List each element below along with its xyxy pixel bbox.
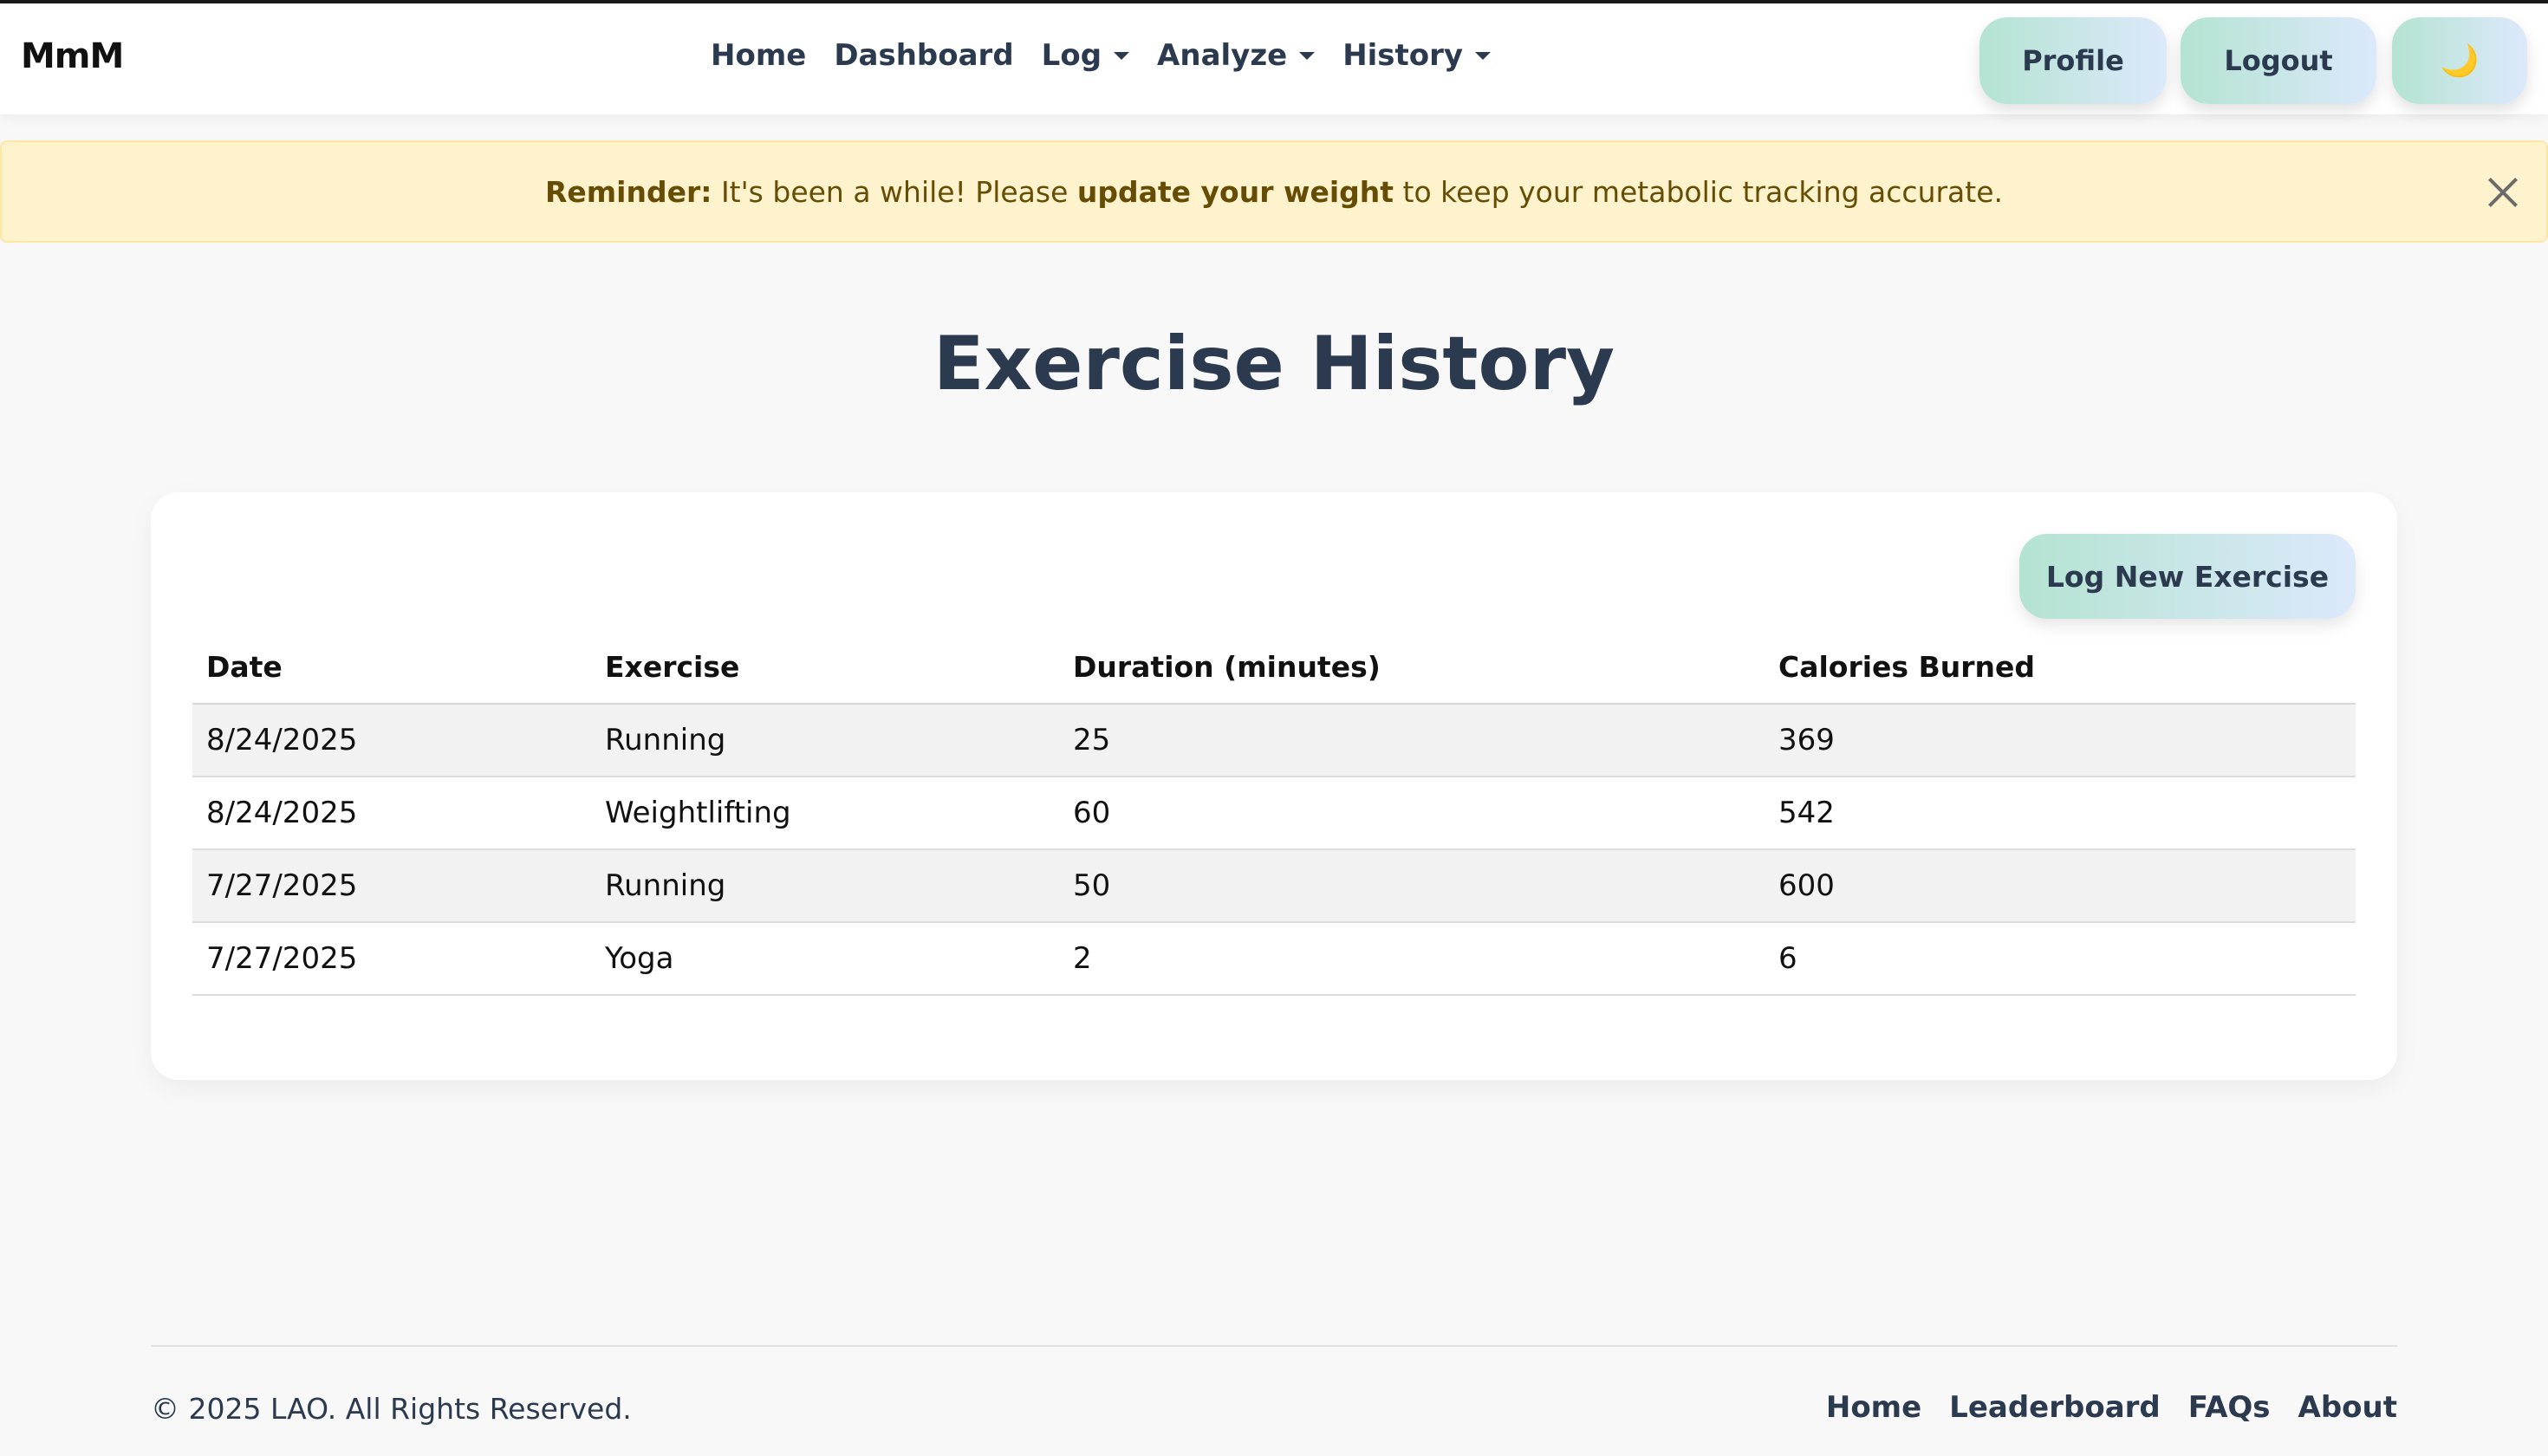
cell-date: 8/24/2025: [192, 704, 591, 777]
page-title: Exercise History: [933, 321, 1615, 407]
alert-strong-label: Reminder:: [544, 174, 712, 209]
navbar: MmM Home Dashboard Log Analyze History P…: [0, 3, 2548, 114]
brand-logo[interactable]: MmM: [21, 36, 124, 76]
footer-link-home[interactable]: Home: [1826, 1390, 1921, 1425]
cell-date: 8/24/2025: [192, 777, 591, 850]
column-header-calories[interactable]: Calories Burned: [1765, 631, 2356, 705]
cell-duration: 2: [1059, 922, 1765, 996]
table-row: 8/24/2025 Weightlifting 60 542: [192, 777, 2356, 850]
nav-log-dropdown[interactable]: Log: [1041, 38, 1130, 73]
log-new-exercise-button[interactable]: Log New Exercise: [2019, 534, 2356, 619]
nav-analyze-dropdown[interactable]: Analyze: [1157, 38, 1316, 73]
column-header-duration[interactable]: Duration (minutes): [1059, 631, 1765, 705]
moon-icon: 🌙: [2440, 43, 2480, 79]
table-row: 7/27/2025 Yoga 2 6: [192, 922, 2356, 996]
alert-text-after: to keep your metabolic tracking accurate…: [1394, 174, 2004, 209]
nav-home-label: Home: [711, 38, 807, 73]
cell-duration: 60: [1059, 777, 1765, 850]
cell-calories: 600: [1765, 849, 2356, 923]
column-header-exercise[interactable]: Exercise: [591, 631, 1059, 705]
cell-calories: 542: [1765, 777, 2356, 850]
close-icon[interactable]: [2486, 175, 2520, 210]
nav-history-dropdown[interactable]: History: [1342, 38, 1492, 73]
cell-duration: 25: [1059, 704, 1765, 777]
alert-text-before: It's been a while! Please: [712, 174, 1077, 209]
nav-links: Home Dashboard Log Analyze History: [711, 38, 1492, 73]
cell-date: 7/27/2025: [192, 849, 591, 923]
nav-dashboard-label: Dashboard: [834, 38, 1014, 73]
table-header-row: Date Exercise Duration (minutes) Calorie…: [192, 631, 2356, 705]
update-weight-link[interactable]: update your weight: [1077, 175, 1394, 209]
cell-exercise: Weightlifting: [591, 777, 1059, 850]
nav-home[interactable]: Home: [711, 38, 806, 73]
caret-down-icon: [1114, 51, 1130, 60]
cell-exercise: Yoga: [591, 922, 1059, 996]
footer-link-about[interactable]: About: [2298, 1390, 2397, 1425]
exercise-history-table: Date Exercise Duration (minutes) Calorie…: [192, 631, 2356, 996]
caret-down-icon: [1475, 51, 1492, 60]
theme-toggle-button[interactable]: 🌙: [2392, 17, 2527, 104]
cell-exercise: Running: [591, 704, 1059, 777]
table-row: 8/24/2025 Running 25 369: [192, 704, 2356, 777]
nav-analyze-label: Analyze: [1157, 38, 1288, 73]
reminder-alert: Reminder: It's been a while! Please upda…: [0, 140, 2548, 243]
cell-calories: 6: [1765, 922, 2356, 996]
footer-divider: [151, 1345, 2397, 1347]
logout-button[interactable]: Logout: [2181, 17, 2376, 104]
nav-history-label: History: [1342, 38, 1464, 73]
cell-date: 7/27/2025: [192, 922, 591, 996]
table-row: 7/27/2025 Running 50 600: [192, 849, 2356, 923]
nav-log-label: Log: [1041, 38, 1102, 73]
footer-links: Home Leaderboard FAQs About: [1826, 1390, 2397, 1425]
cell-exercise: Running: [591, 849, 1059, 923]
caret-down-icon: [1299, 51, 1316, 60]
footer-link-leaderboard[interactable]: Leaderboard: [1949, 1390, 2161, 1425]
cell-calories: 369: [1765, 704, 2356, 777]
footer-copyright: © 2025 LAO. All Rights Reserved.: [151, 1392, 632, 1426]
exercise-history-card: Log New Exercise Date Exercise Duration …: [151, 492, 2397, 1080]
nav-dashboard[interactable]: Dashboard: [834, 38, 1013, 73]
profile-button[interactable]: Profile: [1979, 17, 2167, 104]
alert-message: Reminder: It's been a while! Please upda…: [545, 175, 2003, 209]
column-header-date[interactable]: Date: [192, 631, 591, 705]
cell-duration: 50: [1059, 849, 1765, 923]
footer-link-faqs[interactable]: FAQs: [2188, 1390, 2271, 1425]
